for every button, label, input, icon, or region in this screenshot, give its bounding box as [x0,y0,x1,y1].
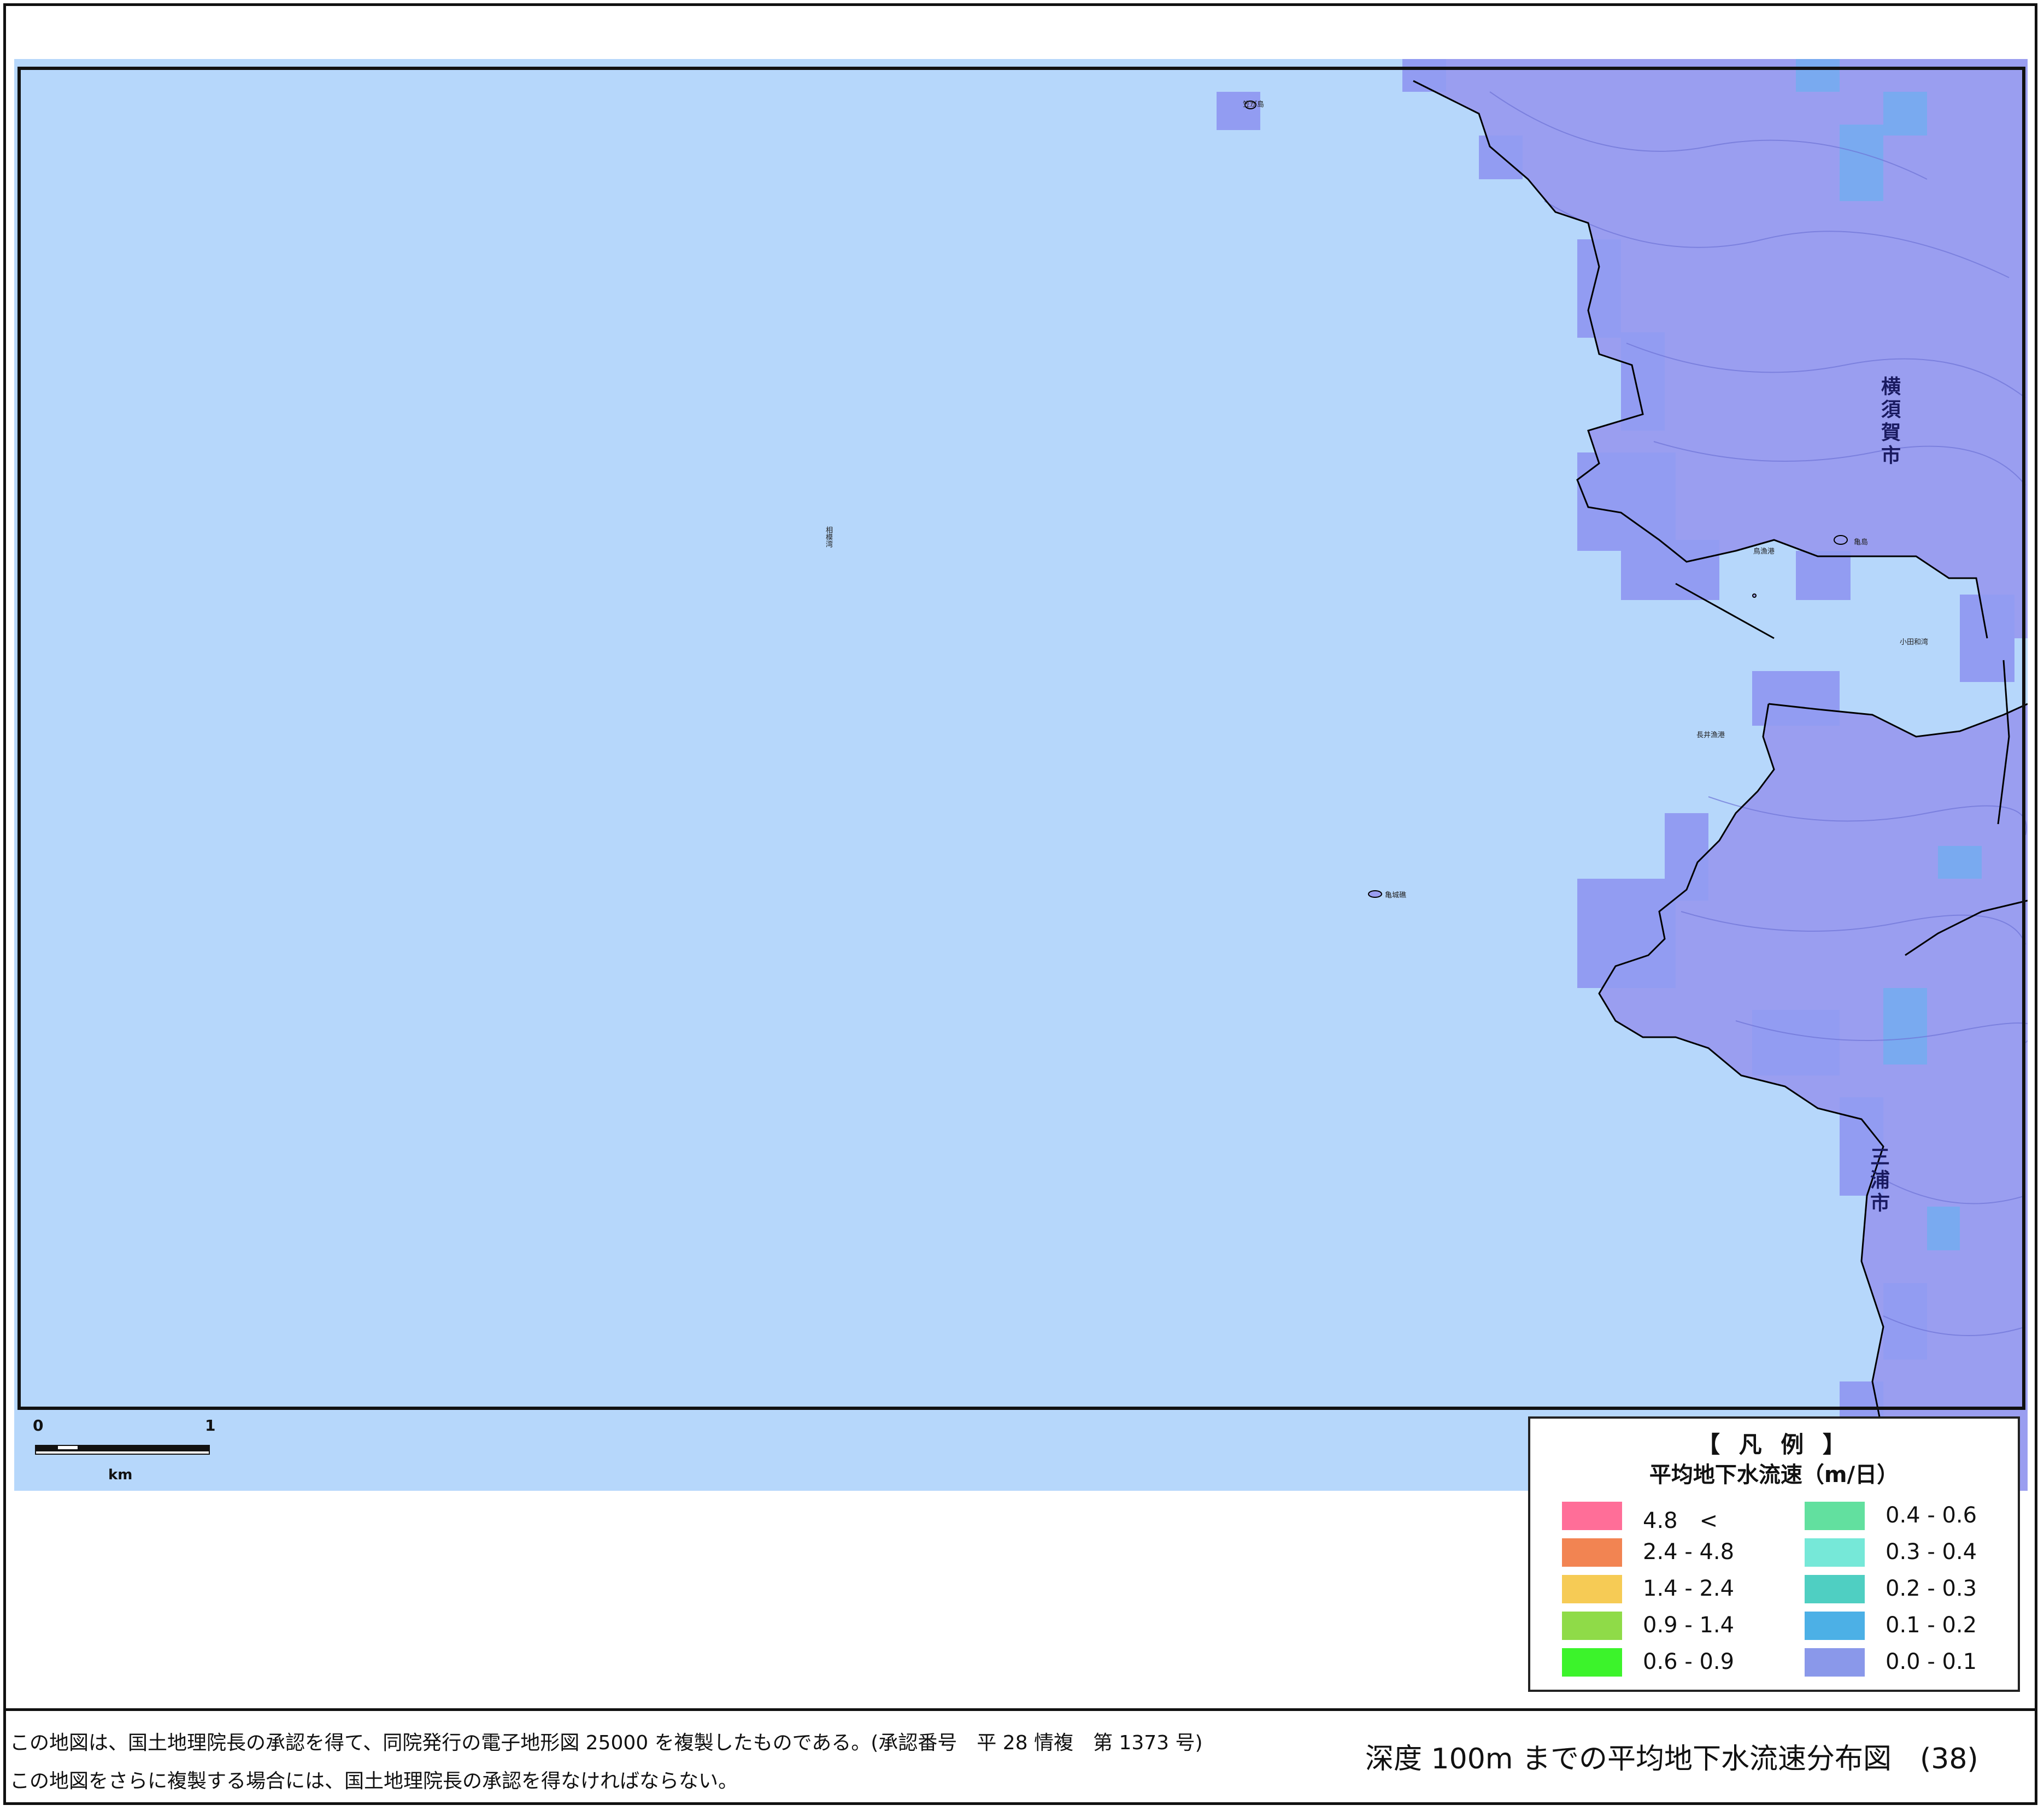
legend: 【 凡 例 】 平均地下水流速（m/日） 4.8 < 2.4 - 4.8 1.4… [1528,1416,2020,1692]
map-canvas [14,59,2028,1491]
label-city-miura: 三浦市 [1867,1146,1889,1215]
legend-swatch [1805,1612,1865,1640]
legend-swatch [1562,1648,1622,1677]
label-bay: 相模湾 [824,526,832,548]
label-port-2: 長井漁港 [1696,731,1725,739]
legend-label: 1.4 - 2.4 [1643,1576,1735,1601]
scale-segment [35,1450,210,1455]
label-bay-east: 小田和湾 [1900,638,1929,646]
legend-swatch [1562,1502,1622,1530]
footer-note-reproduction: この地図をさらに複製する場合には、国土地理院長の承認を得なければならない。 [10,1770,738,1792]
legend-label: 0.3 - 0.4 [1886,1539,1977,1565]
map-title: 深度 100m までの平均地下水流速分布図 (38) [1365,1743,1978,1775]
scale-end: 1 [205,1416,216,1434]
label-islet-2: 亀城礁 [1385,891,1407,899]
label-port-1: 鳥漁港 [1753,548,1775,556]
legend-label: 0.9 - 1.4 [1643,1613,1735,1638]
legend-swatch [1805,1575,1865,1603]
legend-label: 0.6 - 0.9 [1643,1649,1735,1674]
legend-swatch [1562,1612,1622,1640]
scale-bar: 0 1 km [33,1416,219,1487]
scale-segment [35,1445,57,1450]
legend-label: 0.1 - 0.2 [1886,1613,1977,1638]
legend-swatch [1805,1502,1865,1530]
legend-label: 0.2 - 0.3 [1886,1576,1977,1601]
legend-label: 2.4 - 4.8 [1643,1539,1735,1565]
legend-label: 0.4 - 0.6 [1886,1503,1977,1528]
legend-swatch [1562,1575,1622,1603]
footer-note-approval: この地図は、国土地理院長の承認を得て、同院発行の電子地形図 25000 を複製し… [10,1732,1203,1754]
scale-segment [79,1445,121,1450]
label-islet: 亀島 [1854,538,1869,546]
label-city-yokosuka: 横須賀市 [1878,376,1900,468]
legend-swatch [1805,1538,1865,1567]
legend-swatch [1805,1648,1865,1677]
legend-label: 0.0 - 0.1 [1886,1649,1977,1674]
scale-unit: km [108,1467,133,1483]
footer-divider [3,1708,2037,1711]
legend-subtitle: 平均地下水流速（m/日） [1649,1462,1899,1487]
scale-segment [121,1445,210,1450]
scale-start: 0 [33,1416,44,1434]
legend-label: 4.8 < [1643,1508,1718,1533]
legend-swatch [1562,1538,1622,1567]
legend-title: 【 凡 例 】 [1697,1431,1851,1458]
map-area[interactable]: 笠が島 相模湾 鳥漁港 亀島 小田和湾 長井漁港 亀城礁 横須賀市 三浦市 [14,59,2028,1491]
scale-segment [57,1445,79,1450]
label-island-top: 笠が島 [1243,101,1265,109]
